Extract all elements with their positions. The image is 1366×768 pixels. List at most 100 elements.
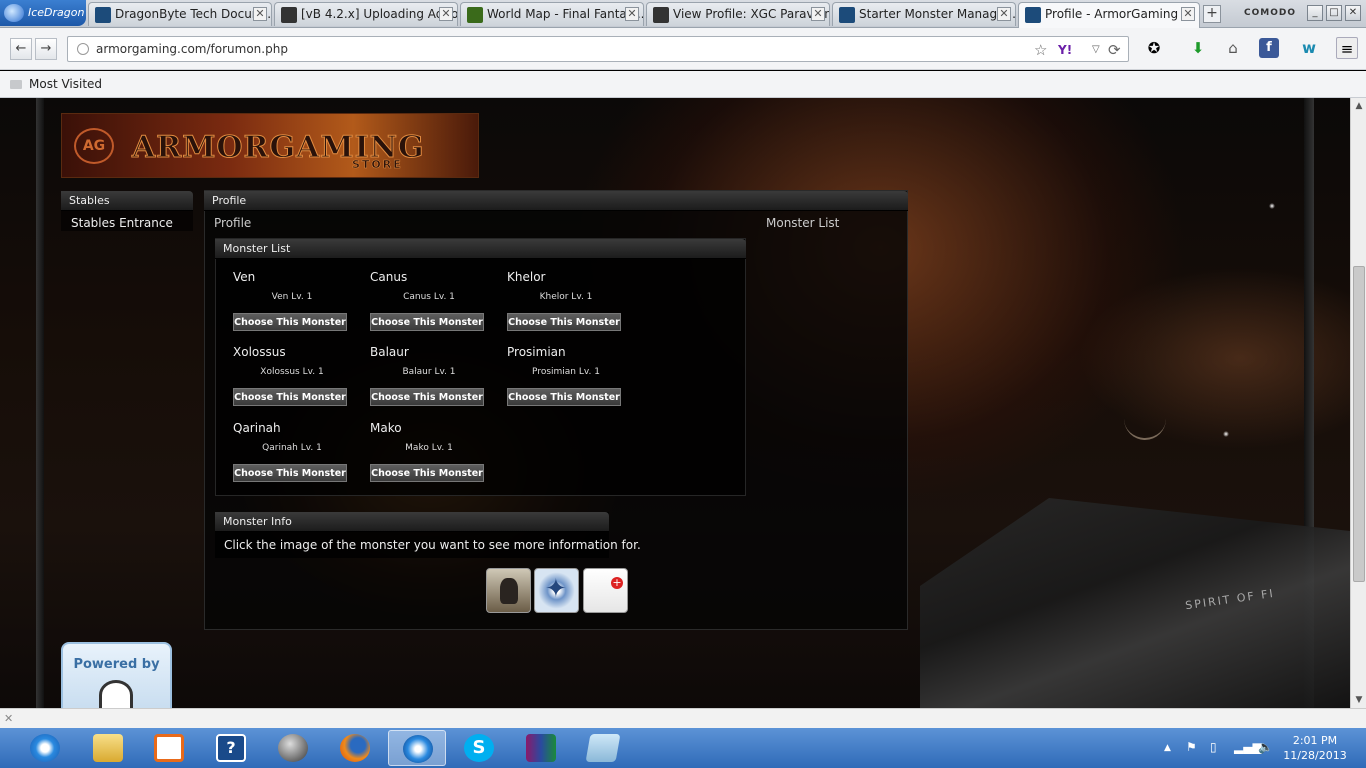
- site-logo-banner[interactable]: AG ARMORGAMING STORE: [61, 113, 479, 178]
- status-bar: ✕: [0, 708, 1366, 728]
- choose-monster-button[interactable]: Choose This Monster: [507, 313, 621, 331]
- background-spaceship: [920, 498, 1350, 708]
- chat-icon[interactable]: w: [1298, 37, 1320, 59]
- monster-card-canus: Canus Canus Lv. 1 Choose This Monster: [352, 270, 489, 340]
- choose-monster-button[interactable]: Choose This Monster: [370, 313, 484, 331]
- monster-portrait-thumbnail[interactable]: [486, 568, 531, 613]
- tab-title: Profile - ArmorGaming: [1045, 7, 1179, 21]
- home-icon[interactable]: ⌂: [1222, 37, 1244, 59]
- scroll-up-icon[interactable]: ▲: [1351, 98, 1366, 114]
- gear-favicon-icon: [281, 7, 297, 23]
- tab-bar: IceDragon DragonByte Tech Docum... ✕ [vB…: [0, 0, 1366, 28]
- download-arrow-icon[interactable]: ⬇: [1187, 37, 1209, 59]
- tab-world-map[interactable]: World Map - Final Fantas... ✕: [460, 2, 644, 26]
- minimize-button[interactable]: _: [1307, 5, 1323, 21]
- icedragon-logo-icon: [4, 4, 24, 22]
- tab-dragonbyte[interactable]: DragonByte Tech Docum... ✕: [88, 2, 272, 26]
- tab-title: DragonByte Tech Docum...: [115, 7, 272, 21]
- globe-icon: [77, 43, 89, 55]
- menu-icon[interactable]: ≡: [1336, 37, 1358, 59]
- internet-explorer-icon: [30, 734, 60, 762]
- monster-level: Mako Lv. 1: [405, 443, 453, 453]
- taskbar-resource-app[interactable]: [140, 730, 198, 766]
- choose-monster-button[interactable]: Choose This Monster: [370, 388, 484, 406]
- back-button[interactable]: ←: [10, 38, 32, 60]
- windows-taskbar: ? S ▲ ⚑ ▯ ▂▄▆ 🔈 2:01 PM 11/28/2013: [0, 728, 1366, 768]
- monster-name: Canus: [370, 270, 408, 284]
- tab-view-profile[interactable]: View Profile: XGC Paravain ✕: [646, 2, 830, 26]
- choose-monster-button[interactable]: Choose This Monster: [233, 388, 347, 406]
- reload-icon[interactable]: ⟳: [1108, 41, 1121, 59]
- volume-icon[interactable]: 🔈: [1258, 740, 1273, 754]
- profile-link[interactable]: Profile: [214, 216, 251, 230]
- monster-level: Prosimian Lv. 1: [532, 367, 600, 377]
- device-icon[interactable]: ▯: [1210, 740, 1217, 754]
- scroll-down-icon[interactable]: ▼: [1351, 692, 1366, 708]
- most-visited-bookmark[interactable]: Most Visited: [29, 77, 102, 91]
- tab-vb-uploading[interactable]: [vB 4.2.x] Uploading Addo... ✕: [274, 2, 458, 26]
- monster-name: Prosimian: [507, 345, 566, 359]
- choose-monster-button[interactable]: Choose This Monster: [370, 464, 484, 482]
- monster-name: Qarinah: [233, 421, 281, 435]
- browser-menu-button[interactable]: IceDragon: [0, 0, 86, 26]
- taskbar-globe-app[interactable]: [264, 730, 322, 766]
- monster-level: Ven Lv. 1: [271, 292, 313, 302]
- taskbar-file-explorer[interactable]: [79, 730, 137, 766]
- vbulletin-favicon-icon: [839, 7, 855, 23]
- new-tab-button[interactable]: +: [1203, 5, 1221, 23]
- close-tab-icon[interactable]: ✕: [439, 7, 453, 21]
- taskbar-firefox[interactable]: [326, 730, 384, 766]
- url-input[interactable]: [96, 40, 996, 58]
- page-frame-left: [36, 98, 44, 708]
- close-tab-icon[interactable]: ✕: [253, 7, 267, 21]
- close-statusbar-icon[interactable]: ✕: [4, 712, 13, 725]
- mascot-face-icon: [99, 680, 133, 708]
- dropdown-arrow-icon[interactable]: ▽: [1092, 44, 1100, 55]
- bookmark-star-icon[interactable]: ☆: [1034, 41, 1047, 59]
- taskbar-winrar[interactable]: [512, 730, 570, 766]
- vertical-scrollbar[interactable]: ▲ ▼: [1350, 98, 1366, 708]
- action-center-flag-icon[interactable]: ⚑: [1186, 740, 1197, 754]
- taskbar-help[interactable]: ?: [202, 730, 260, 766]
- bookmarks-menu-icon[interactable]: ✪: [1143, 37, 1165, 59]
- help-question-icon: ?: [216, 734, 246, 762]
- taskbar-internet-explorer[interactable]: [16, 730, 74, 766]
- monster-level: Canus Lv. 1: [403, 292, 455, 302]
- facebook-icon[interactable]: f: [1259, 38, 1279, 58]
- monster-list-link[interactable]: Monster List: [766, 216, 839, 230]
- comodo-brand: COMODO: [1244, 8, 1296, 18]
- winrar-icon: [526, 734, 556, 762]
- tab-title: View Profile: XGC Paravain: [673, 7, 830, 21]
- taskbar-skype[interactable]: S: [450, 730, 508, 766]
- forward-button[interactable]: →: [35, 38, 57, 60]
- address-bar[interactable]: ☆ Y! ▽ ⟳: [67, 36, 1129, 62]
- tab-profile-armorgaming[interactable]: Profile - ArmorGaming ✕: [1018, 2, 1200, 28]
- choose-monster-button[interactable]: Choose This Monster: [507, 388, 621, 406]
- monster-card-ven: Ven Ven Lv. 1 Choose This Monster: [215, 270, 352, 340]
- medicine-pill-thumbnail[interactable]: [583, 568, 628, 613]
- profile-header: Profile: [204, 191, 908, 211]
- taskbar-icedragon[interactable]: [388, 730, 446, 766]
- monster-card-qarinah: Qarinah Qarinah Lv. 1 Choose This Monste…: [215, 421, 352, 491]
- close-tab-icon[interactable]: ✕: [625, 7, 639, 21]
- stables-entrance-link[interactable]: Stables Entrance: [71, 216, 173, 230]
- close-tab-icon[interactable]: ✕: [1181, 7, 1195, 21]
- compass-star-thumbnail[interactable]: [534, 568, 579, 613]
- choose-monster-button[interactable]: Choose This Monster: [233, 313, 347, 331]
- tab-starter-monster[interactable]: Starter Monster Manage... ✕: [832, 2, 1016, 26]
- tab-title: Starter Monster Manage...: [859, 7, 1016, 21]
- navigation-toolbar: ← → ☆ Y! ▽ ⟳ ✪ ⬇ ⌂ f w ≡: [0, 28, 1366, 70]
- powered-by-label: Powered by: [73, 657, 160, 672]
- scroll-thumb[interactable]: [1353, 266, 1365, 582]
- close-tab-icon[interactable]: ✕: [997, 7, 1011, 21]
- maximize-button[interactable]: □: [1326, 5, 1342, 21]
- yahoo-search-icon[interactable]: Y!: [1058, 43, 1072, 57]
- tray-expand-icon[interactable]: ▲: [1164, 743, 1171, 753]
- taskbar-notepad[interactable]: [574, 730, 632, 766]
- close-tab-icon[interactable]: ✕: [811, 7, 825, 21]
- powered-by-badge[interactable]: Powered by: [61, 642, 172, 708]
- banner-subtitle: STORE: [352, 158, 403, 172]
- choose-monster-button[interactable]: Choose This Monster: [233, 464, 347, 482]
- system-clock[interactable]: 2:01 PM 11/28/2013: [1282, 733, 1348, 763]
- close-window-button[interactable]: ✕: [1345, 5, 1361, 21]
